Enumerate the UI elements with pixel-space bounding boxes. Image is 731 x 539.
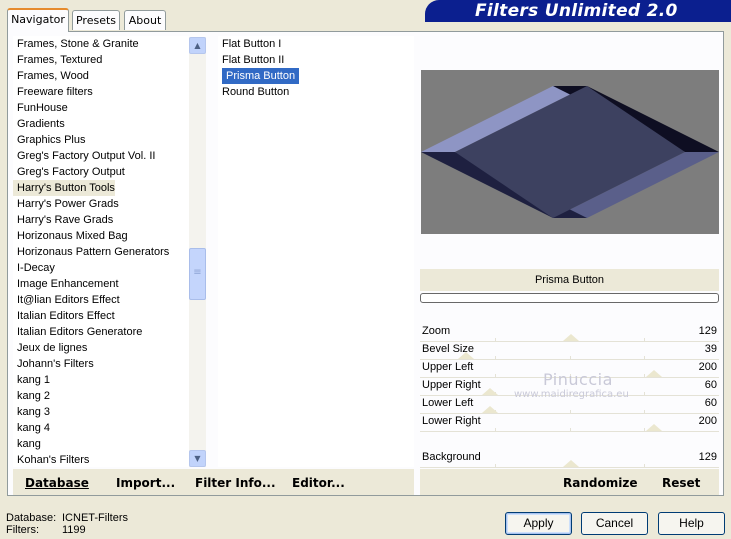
param-value: 129 <box>698 325 717 337</box>
status-filters-label: Filters: <box>6 524 39 536</box>
watermark-url: www.maidiregrafica.eu <box>514 389 629 400</box>
param-value: 39 <box>704 343 717 355</box>
category-item[interactable]: Frames, Textured <box>13 52 189 68</box>
slider-knob[interactable] <box>482 388 498 395</box>
category-item[interactable]: Harry's Button Tools <box>13 180 115 196</box>
param-value: 129 <box>698 451 717 463</box>
slider-knob[interactable] <box>563 460 579 467</box>
category-item[interactable]: kang 3 <box>13 404 189 420</box>
param-label: Upper Right <box>422 379 481 391</box>
category-item[interactable]: Image Enhancement <box>13 276 189 292</box>
help-button[interactable]: Help <box>658 512 725 535</box>
param-row-zoom[interactable]: Zoom 129 <box>420 324 719 342</box>
param-row-lower-right[interactable]: Lower Right 200 <box>420 414 719 432</box>
category-item[interactable]: It@lian Editors Effect <box>13 292 189 308</box>
apply-button[interactable]: Apply <box>505 512 572 535</box>
tab-navigator[interactable]: Navigator <box>7 8 69 32</box>
slider-knob[interactable] <box>563 334 579 341</box>
reset-button[interactable]: Reset <box>662 476 700 490</box>
category-item[interactable]: Horizonaus Pattern Generators <box>13 244 189 260</box>
slider-tick <box>644 464 645 468</box>
category-item[interactable]: Horizonaus Mixed Bag <box>13 228 189 244</box>
slider-knob[interactable] <box>646 424 662 431</box>
category-item[interactable]: I-Decay <box>13 260 189 276</box>
category-item[interactable]: kang 2 <box>13 388 189 404</box>
status-database-value: ICNET-Filters <box>62 512 128 524</box>
category-item[interactable]: Italian Editors Generatore <box>13 324 189 340</box>
category-item[interactable]: Graphics Plus <box>13 132 189 148</box>
category-item[interactable]: Italian Editors Effect <box>13 308 189 324</box>
category-item[interactable]: Harry's Power Grads <box>13 196 189 212</box>
filter-list[interactable]: Flat Button I Flat Button II Prisma Button… <box>218 36 414 467</box>
param-value: 200 <box>698 415 717 427</box>
database-button[interactable]: Database <box>25 476 89 490</box>
param-label: Zoom <box>422 325 451 337</box>
category-item[interactable]: Frames, Wood <box>13 68 189 84</box>
watermark-name: Pinuccia <box>543 370 613 389</box>
scroll-down-icon[interactable]: ▼ <box>189 450 206 467</box>
param-value: 60 <box>704 379 717 391</box>
param-row-empty <box>420 432 719 450</box>
param-value: 60 <box>704 397 717 409</box>
filter-item[interactable]: Round Button <box>222 84 414 100</box>
preview-filter-name: Prisma Button <box>534 274 605 286</box>
category-item[interactable]: Kohan's Filters <box>13 452 189 467</box>
scroll-up-icon[interactable]: ▲ <box>189 37 206 54</box>
filter-item[interactable]: Flat Button I <box>222 36 414 52</box>
import-button[interactable]: Import... <box>116 476 175 490</box>
category-item[interactable]: kang <box>13 436 189 452</box>
param-row-bevel-size[interactable]: Bevel Size 39 <box>420 342 719 360</box>
category-item[interactable]: Johann's Filters <box>13 356 189 372</box>
scroll-thumb[interactable]: ≡ <box>189 248 206 300</box>
tab-about[interactable]: About <box>124 10 166 30</box>
category-item[interactable]: Freeware filters <box>13 84 189 100</box>
category-item[interactable]: Greg's Factory Output Vol. II <box>13 148 189 164</box>
param-label: Lower Left <box>422 397 474 409</box>
param-row-background[interactable]: Background 129 <box>420 450 719 468</box>
cancel-button[interactable]: Cancel <box>581 512 648 535</box>
category-item[interactable]: Jeux de lignes <box>13 340 189 356</box>
status-filters-value: 1199 <box>62 524 86 536</box>
banner-title: Filters Unlimited 2.0 <box>475 1 678 21</box>
randomize-button[interactable]: Randomize <box>563 476 637 490</box>
editor-button[interactable]: Editor... <box>292 476 345 490</box>
slider-tick <box>495 464 496 468</box>
title-banner: Filters Unlimited 2.0 <box>425 0 731 22</box>
param-label: Upper Left <box>422 361 474 373</box>
slider-knob[interactable] <box>482 406 498 413</box>
filter-item[interactable]: Prisma Button <box>222 68 300 84</box>
category-item[interactable]: Harry's Rave Grads <box>13 212 189 228</box>
prisma-button-preview <box>421 86 719 218</box>
progress-bar <box>420 293 719 303</box>
category-list[interactable]: Frames, Stone & Granite Frames, Textured F… <box>13 36 189 467</box>
preview-image <box>421 70 719 234</box>
category-item[interactable]: Frames, Stone & Granite <box>13 36 189 52</box>
category-item[interactable]: kang 4 <box>13 420 189 436</box>
category-scrollbar[interactable]: ▲ ≡ ▼ <box>189 37 206 467</box>
param-label: Lower Right <box>422 415 481 427</box>
category-item[interactable]: Greg's Factory Output <box>13 164 189 180</box>
slider-knob[interactable] <box>458 352 474 359</box>
filter-item[interactable]: Flat Button II <box>222 52 414 68</box>
category-item[interactable]: Gradients <box>13 116 189 132</box>
category-item[interactable]: kang 1 <box>13 372 189 388</box>
status-database-label: Database: <box>6 512 57 524</box>
filter-info-button[interactable]: Filter Info... <box>195 476 276 490</box>
slider-knob[interactable] <box>646 370 662 377</box>
tab-presets[interactable]: Presets <box>72 10 120 30</box>
param-label: Background <box>422 451 481 463</box>
category-item[interactable]: FunHouse <box>13 100 189 116</box>
param-value: 200 <box>698 361 717 373</box>
scroll-grip-icon: ≡ <box>193 267 202 278</box>
